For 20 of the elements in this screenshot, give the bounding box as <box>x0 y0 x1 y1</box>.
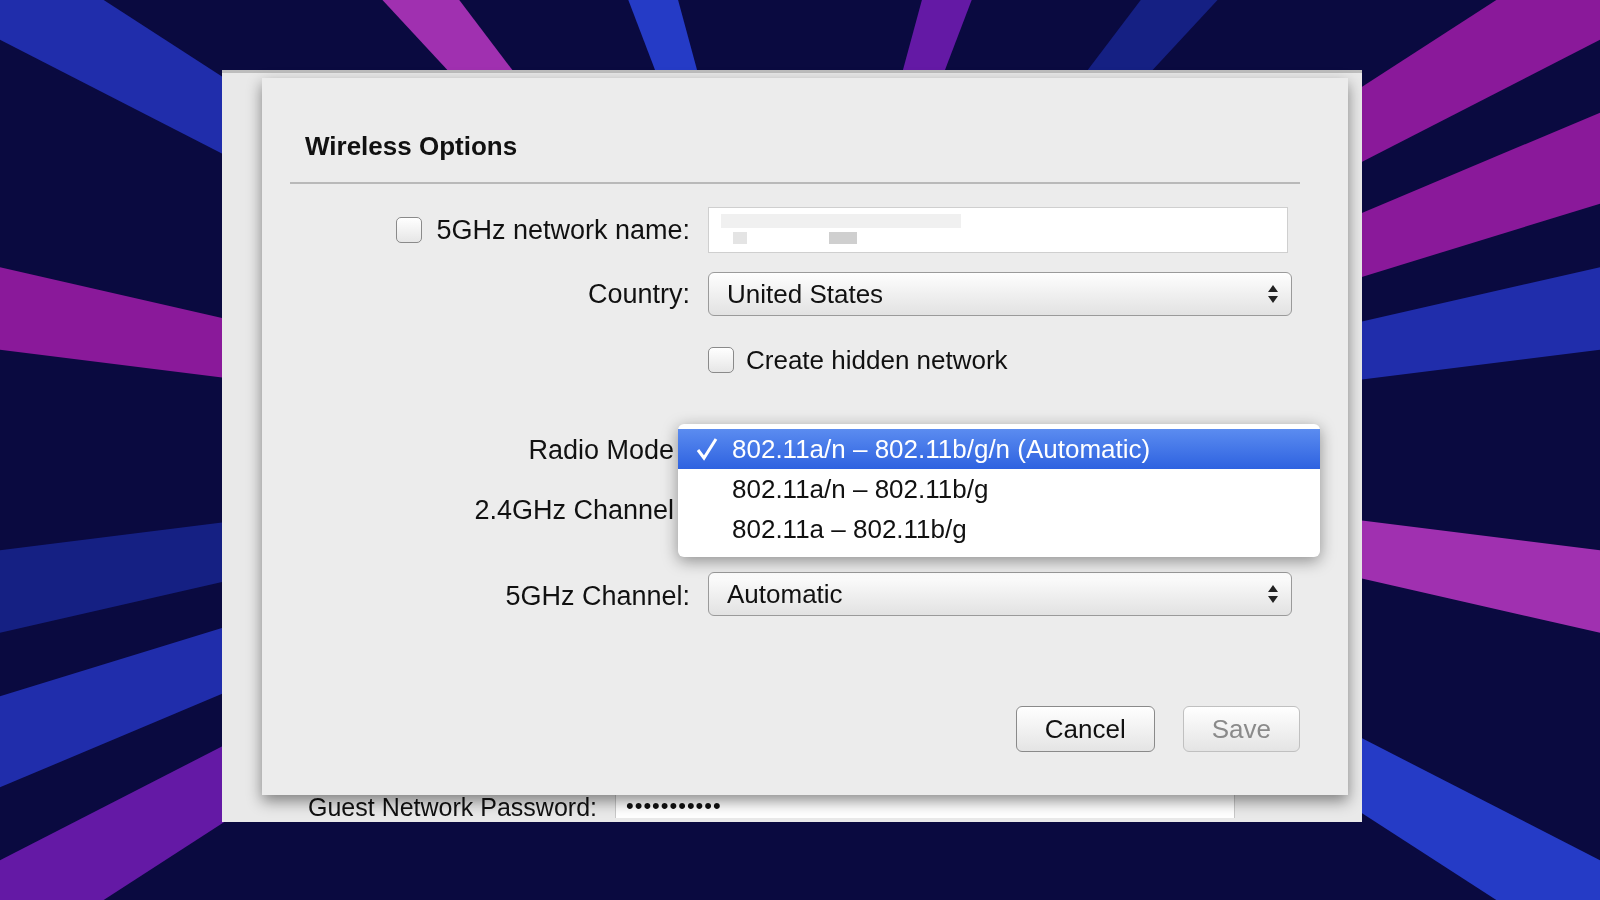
checkmark-icon <box>696 437 718 461</box>
menu-item[interactable]: 802.11a – 802.11b/g <box>678 509 1320 549</box>
menu-item[interactable]: 802.11a/n – 802.11b/g <box>678 469 1320 509</box>
field-label: Radio Mode <box>528 434 674 466</box>
checkbox[interactable] <box>396 217 423 243</box>
field-label: 2.4GHz Channel <box>474 494 674 526</box>
menu-item[interactable]: 802.11a/n – 802.11b/g/n (Automatic) <box>678 429 1320 469</box>
input-field[interactable] <box>708 207 1288 253</box>
field-label: Country: <box>587 278 690 310</box>
field-label: 5GHz network name: <box>436 214 690 246</box>
field-label: 5GHz Channel: <box>505 581 690 612</box>
stepper-icon <box>1267 284 1279 304</box>
sheet-title: Wireless Options <box>304 130 518 162</box>
stepper-icon <box>1267 584 1279 604</box>
checkbox[interactable] <box>708 347 734 373</box>
popup-button[interactable]: United States <box>708 272 1292 316</box>
field-label: Guest Network Password: <box>308 792 597 822</box>
cancel-button[interactable]: Cancel <box>1015 706 1155 752</box>
popup-button[interactable]: Automatic <box>708 572 1292 616</box>
checkbox-label: Create hidden network <box>746 344 1008 376</box>
